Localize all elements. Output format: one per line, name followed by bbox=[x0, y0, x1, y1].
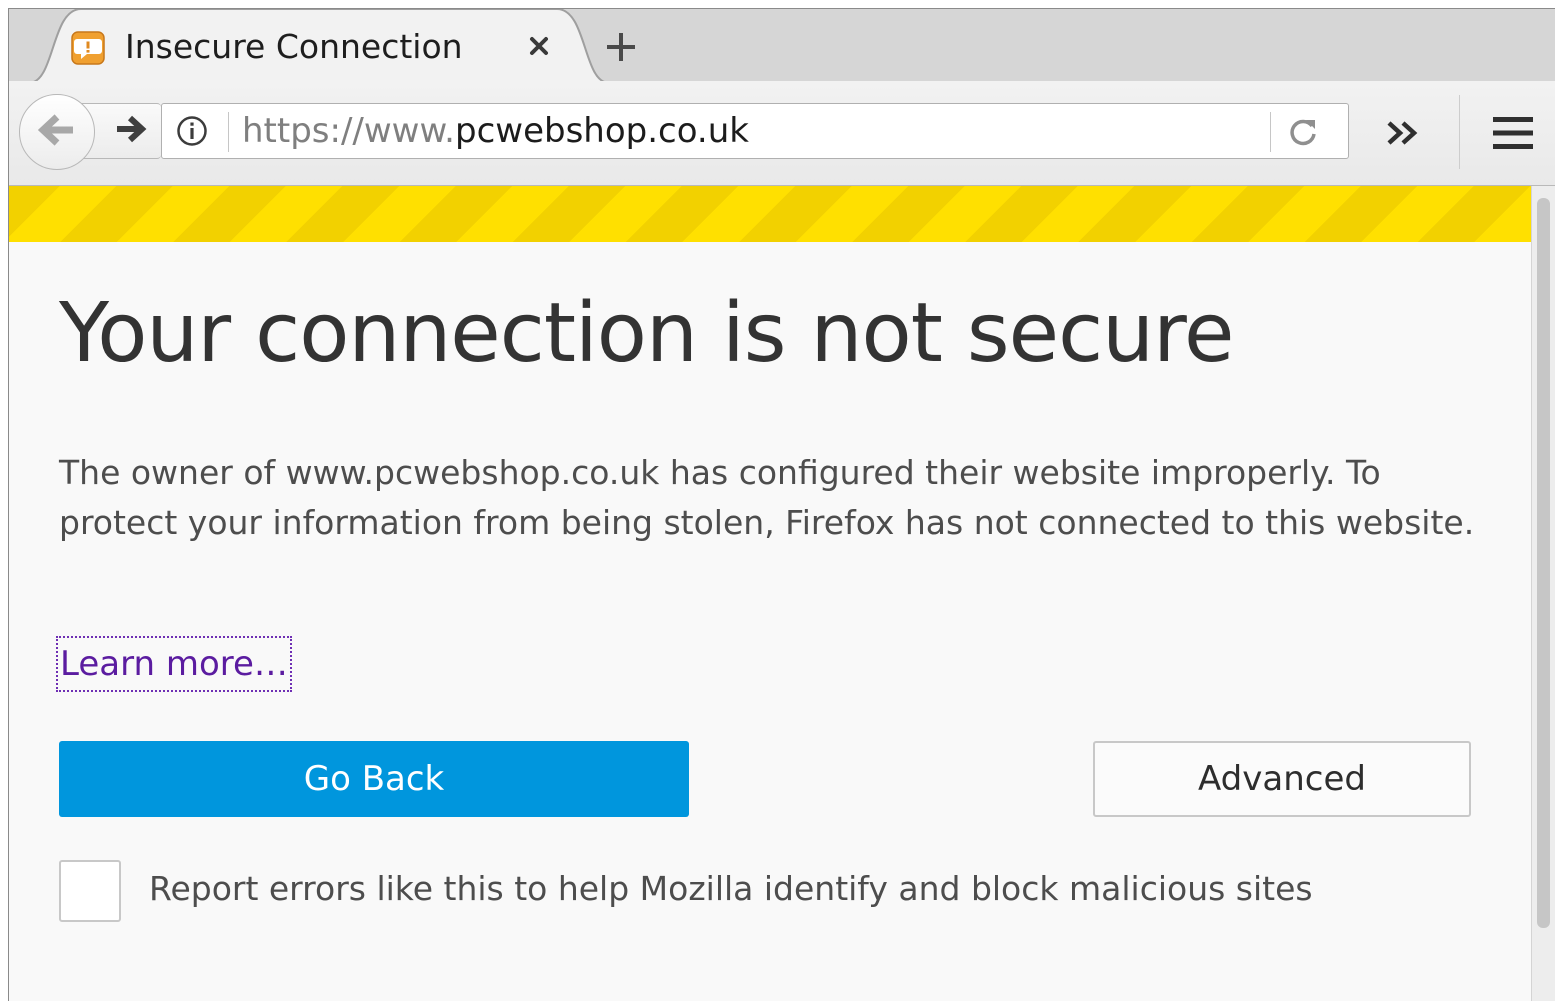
reload-separator bbox=[1270, 112, 1271, 152]
error-description: The owner of www.pcwebshop.co.uk has con… bbox=[59, 453, 1475, 542]
warning-stripe bbox=[9, 186, 1531, 242]
error-page: Your connection is not secure The owner … bbox=[9, 186, 1531, 1001]
scrollbar[interactable] bbox=[1531, 186, 1555, 1001]
warning-speech-icon bbox=[71, 31, 105, 65]
info-icon[interactable] bbox=[176, 115, 208, 147]
hamburger-menu-icon[interactable] bbox=[1489, 111, 1537, 155]
reload-icon[interactable] bbox=[1286, 115, 1320, 149]
page-title: Your connection is not secure bbox=[59, 286, 1234, 381]
url-separator bbox=[228, 112, 229, 152]
toolbar-divider bbox=[1459, 95, 1460, 169]
url-bar[interactable]: https://www.pcwebshop.co.uk bbox=[161, 103, 1349, 159]
tab-close-icon[interactable] bbox=[525, 31, 553, 61]
url-text[interactable]: https://www.pcwebshop.co.uk bbox=[242, 104, 749, 158]
back-button[interactable] bbox=[19, 94, 95, 170]
url-domain: pcwebshop.co.uk bbox=[454, 111, 749, 151]
scrollbar-thumb[interactable] bbox=[1537, 198, 1550, 928]
url-scheme: https://www. bbox=[242, 111, 455, 151]
tab-strip: Insecure Connection bbox=[9, 9, 1555, 83]
navigation-bar: https://www.pcwebshop.co.uk bbox=[9, 81, 1555, 186]
report-errors-label[interactable]: Report errors like this to help Mozilla … bbox=[149, 864, 1313, 914]
report-errors-checkbox[interactable] bbox=[59, 860, 121, 922]
advanced-button[interactable]: Advanced bbox=[1093, 741, 1471, 817]
new-tab-plus-icon[interactable] bbox=[603, 29, 639, 65]
go-back-button[interactable]: Go Back bbox=[59, 741, 689, 817]
tab-title: Insecure Connection bbox=[125, 27, 463, 66]
learn-more-link[interactable]: Learn more… bbox=[56, 636, 292, 692]
back-arrow-icon bbox=[37, 113, 76, 151]
browser-window: Insecure Connection https://www.pcwebsho… bbox=[8, 8, 1555, 1001]
forward-arrow-icon bbox=[115, 114, 147, 148]
overflow-chevron-icon[interactable] bbox=[1381, 111, 1425, 155]
